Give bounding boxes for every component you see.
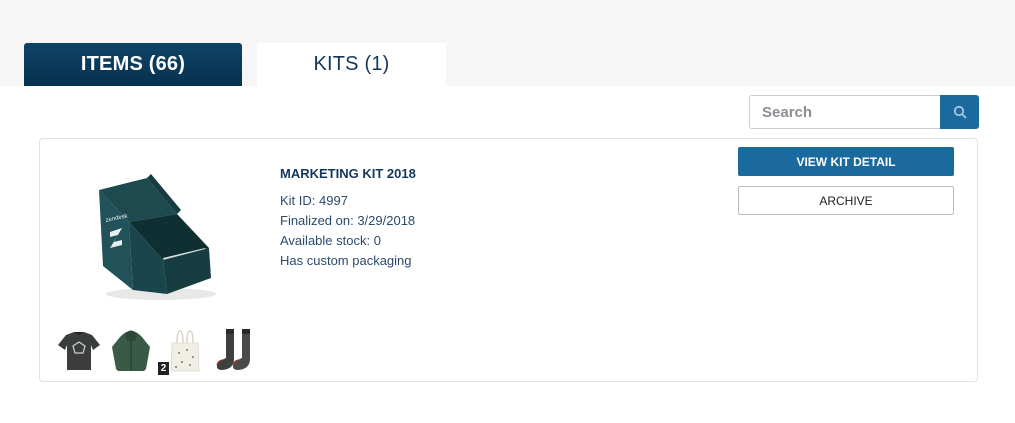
hoodie-thumbnail[interactable] [106, 325, 156, 375]
tab-kits[interactable]: KITS (1) [257, 43, 446, 86]
tab-kits-label: KITS (1) [313, 53, 390, 75]
kit-card: zendesk 2 MARKETING KIT 2018 Kit ID: 499… [39, 138, 978, 382]
tab-items[interactable]: ITEMS (66) [24, 43, 242, 86]
kit-box-image: zendesk [99, 174, 216, 300]
search-button[interactable] [940, 95, 979, 129]
search-bar [749, 95, 979, 129]
search-icon [953, 105, 966, 119]
tshirt-thumbnail[interactable] [54, 325, 104, 375]
kit-id: Kit ID: 4997 [280, 193, 348, 208]
kit-packaging-note: Has custom packaging [280, 253, 412, 268]
kit-finalized-date: Finalized on: 3/29/2018 [280, 213, 416, 228]
archive-button[interactable]: ARCHIVE [738, 186, 954, 215]
kit-available-stock: Available stock: 0 [280, 233, 381, 248]
socks-thumbnail[interactable] [212, 325, 262, 375]
kit-title: MARKETING KIT 2018 [280, 166, 416, 181]
search-input[interactable] [749, 95, 940, 129]
view-kit-detail-button[interactable]: VIEW KIT DETAIL [738, 147, 954, 176]
tab-items-label: ITEMS (66) [80, 53, 186, 75]
tote-bag-thumbnail[interactable] [160, 325, 210, 375]
